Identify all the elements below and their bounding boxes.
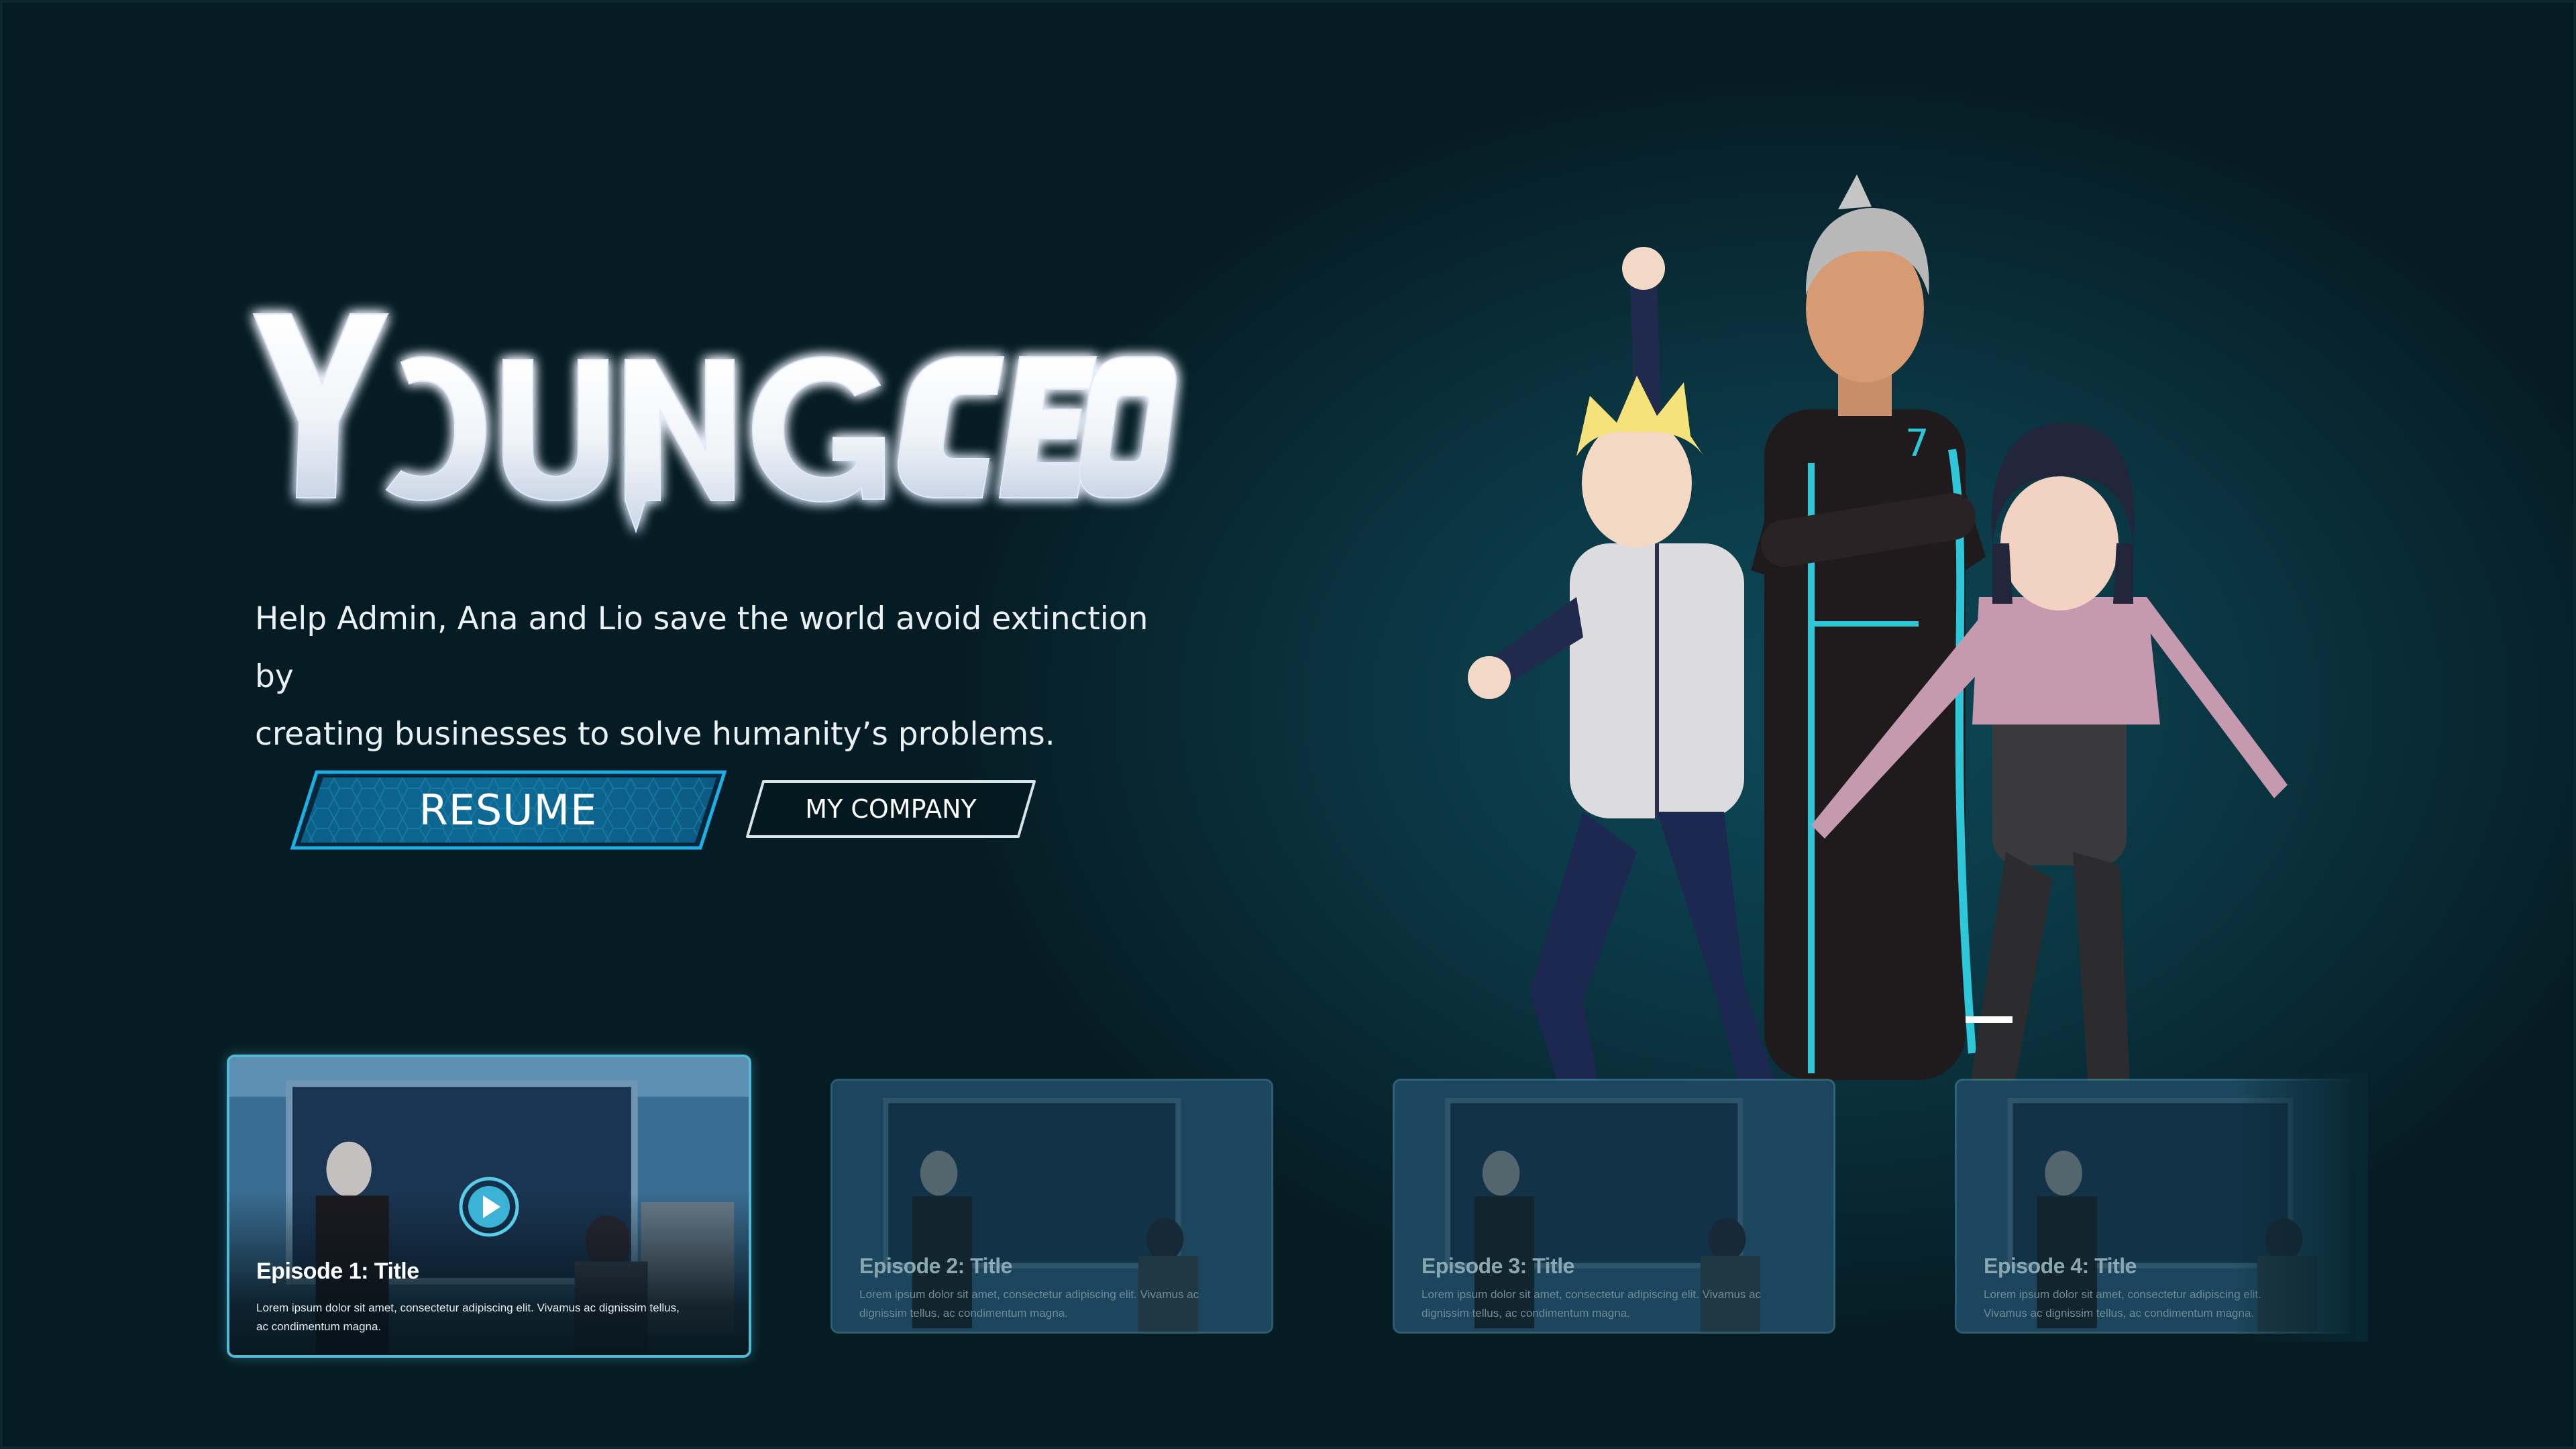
logo-graphic [252,313,1177,534]
episode-title: Episode 2: Title [859,1254,1012,1278]
carousel-edge-fade [2234,1073,2368,1342]
resume-button[interactable]: RESUME [288,768,728,852]
episode-title: Episode 3: Title [1421,1254,1574,1278]
episode-description: Lorem ipsum dolor sit amet, consectetur … [1421,1288,1762,1320]
svg-text:7: 7 [1905,422,1929,466]
game-main-menu: Help Admin, Ana and Lio save the world a… [0,0,2576,1449]
play-icon[interactable] [458,1175,521,1238]
episode-title: Episode 1: Title [256,1258,419,1284]
episode-description: Lorem ipsum dolor sit amet, consectetur … [859,1288,1199,1320]
episode-description: Lorem ipsum dolor sit amet, consectetur … [256,1301,680,1333]
game-logo [250,295,1177,550]
my-company-button[interactable]: MY COMPANY [743,778,1038,840]
resume-button-label: RESUME [419,786,598,835]
tagline-line-2: creating businesses to solve humanity’s … [255,716,1055,753]
tagline-line-1: Help Admin, Ana and Lio save the world a… [255,600,1148,695]
lio-character [1468,247,1798,1161]
admin-character: 7 [1751,174,1986,1080]
my-company-button-label: MY COMPANY [805,794,977,824]
episode-card-3[interactable]: Episode 3: Title Lorem ipsum dolor sit a… [1393,1079,1835,1334]
episode-card-2[interactable]: Episode 2: Title Lorem ipsum dolor sit a… [830,1079,1273,1334]
tagline: Help Admin, Ana and Lio save the world a… [255,590,1194,763]
episode-title: Episode 4: Title [1984,1254,2137,1278]
